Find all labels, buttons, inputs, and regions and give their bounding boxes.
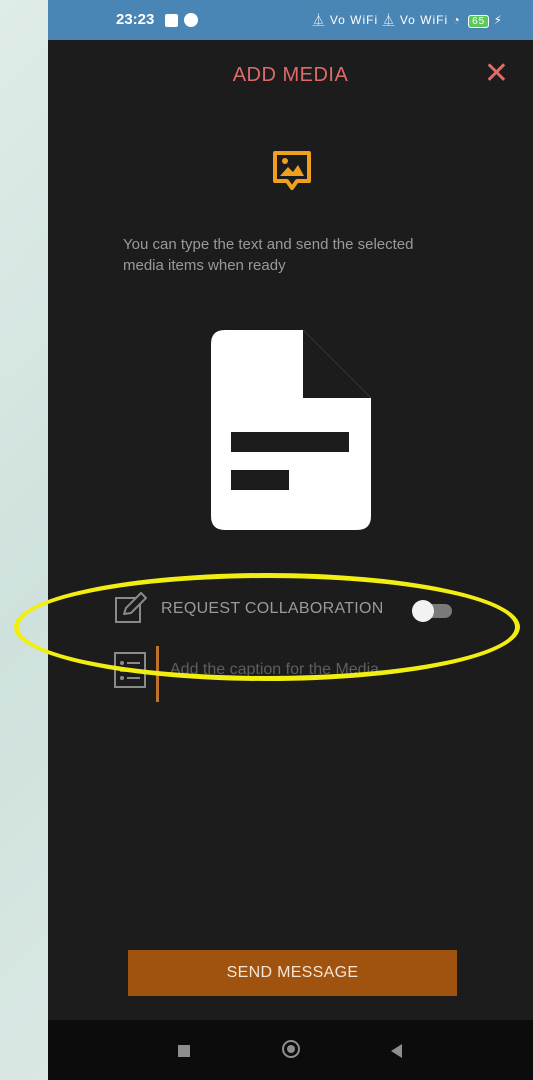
home-icon-dot	[287, 1045, 295, 1053]
close-icon[interactable]: ✕	[484, 56, 509, 91]
caption-cursor-bar	[156, 646, 159, 702]
recents-icon[interactable]	[178, 1045, 190, 1057]
battery-icon: 65	[468, 15, 490, 28]
request-collaboration-row: REQUEST COLLABORATION	[114, 590, 514, 630]
status-bar: 23:23 ⏅ Vo WiFi ⏅ Vo WiFi ◔ 65 ⚡	[48, 0, 533, 40]
collaboration-toggle[interactable]	[412, 600, 452, 622]
caption-input[interactable]	[170, 658, 470, 682]
phone-screen: 23:23 ⏅ Vo WiFi ⏅ Vo WiFi ◔ 65 ⚡ ADD MED…	[48, 0, 533, 1080]
send-message-button[interactable]: SEND MESSAGE	[128, 950, 457, 996]
page-title: ADD MEDIA	[232, 64, 349, 86]
status-time: 23:23	[116, 11, 155, 28]
caption-row	[114, 646, 514, 706]
toggle-knob	[412, 600, 434, 622]
notification-icon	[165, 14, 178, 27]
info-text: You can type the text and send the selec…	[123, 236, 414, 274]
list-icon	[114, 652, 146, 688]
network-indicators: ⏅ Vo WiFi ⏅ Vo WiFi ◔	[312, 13, 461, 27]
status-icons: ⏅ Vo WiFi ⏅ Vo WiFi ◔ 65 ⚡	[312, 11, 503, 28]
document-icon	[211, 330, 371, 530]
charging-icon: ⚡	[493, 13, 503, 27]
request-collaboration-label: REQUEST COLLABORATION	[161, 600, 384, 617]
image-message-icon	[273, 151, 311, 190]
home-icon[interactable]	[282, 1040, 300, 1058]
back-icon[interactable]	[391, 1044, 402, 1058]
call-icon	[184, 13, 198, 27]
edit-icon	[115, 592, 147, 623]
navigation-bar	[48, 1020, 533, 1080]
